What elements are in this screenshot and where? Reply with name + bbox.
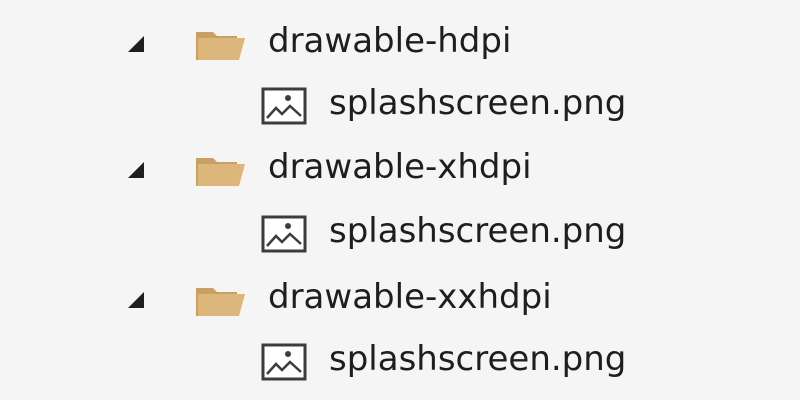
folder-icon (195, 284, 247, 318)
tree-folder-row[interactable]: drawable-xxhdpi (0, 266, 800, 330)
file-label: splashscreen.png (329, 211, 627, 251)
folder-icon (195, 28, 247, 62)
file-label: splashscreen.png (329, 339, 627, 379)
folder-label: drawable-xxhdpi (268, 277, 552, 317)
expanded-triangle-icon[interactable] (126, 160, 146, 180)
folder-icon (195, 154, 247, 188)
tree-file-row[interactable]: splashscreen.png (0, 200, 800, 264)
image-file-icon (260, 214, 308, 254)
tree-file-row[interactable]: splashscreen.png (0, 72, 800, 136)
folder-label: drawable-xhdpi (268, 147, 532, 187)
image-file-icon (260, 342, 308, 382)
tree-folder-row[interactable]: drawable-xhdpi (0, 136, 800, 200)
solution-explorer-tree: drawable-hdpi splashscreen.png drawable-… (0, 0, 800, 400)
image-file-icon (260, 86, 308, 126)
file-label: splashscreen.png (329, 83, 627, 123)
expanded-triangle-icon[interactable] (126, 34, 146, 54)
tree-partial-row (0, 392, 800, 400)
folder-icon (222, 392, 248, 400)
tree-file-row[interactable]: splashscreen.png (0, 328, 800, 392)
folder-label: drawable-hdpi (268, 21, 512, 61)
expanded-triangle-icon[interactable] (126, 290, 146, 310)
tree-folder-row[interactable]: drawable-hdpi (0, 10, 800, 74)
